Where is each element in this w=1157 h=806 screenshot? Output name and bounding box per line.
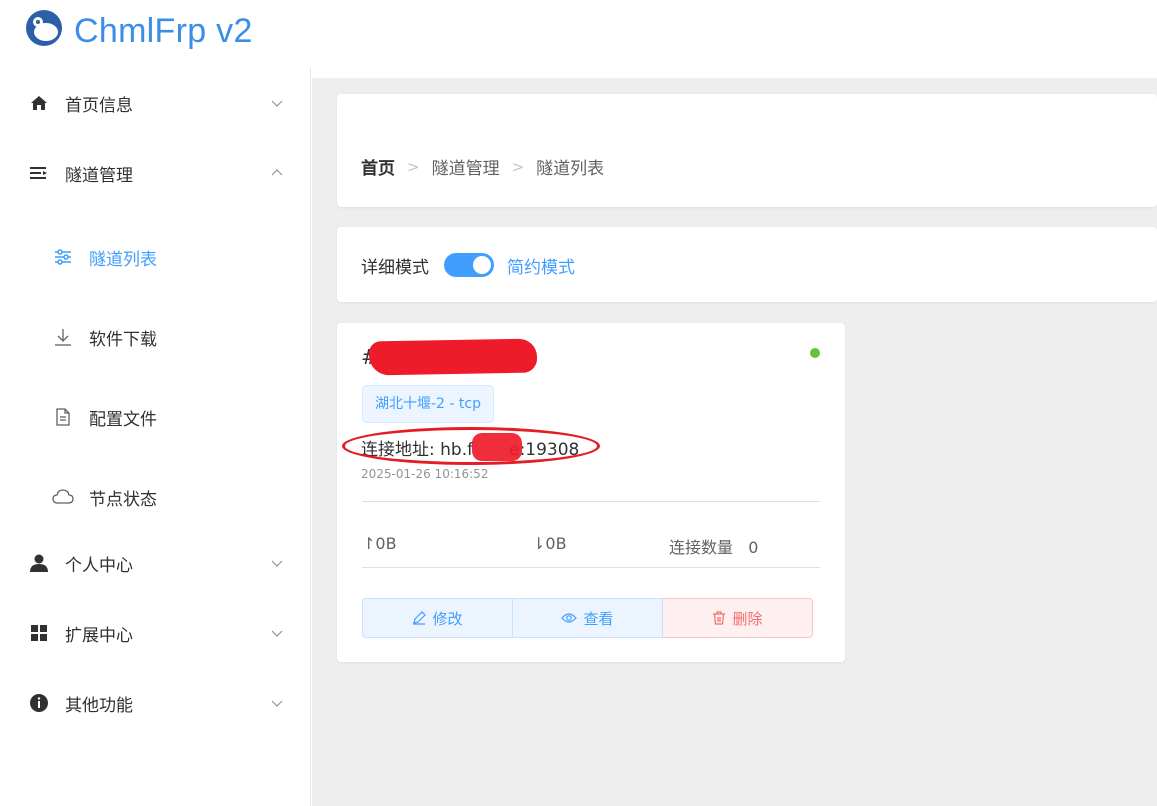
view-button[interactable]: 查看 [513, 598, 663, 638]
sidebar-item-personal-center[interactable]: 个人中心 [0, 535, 311, 591]
eye-icon [561, 612, 578, 624]
sidebar-item-home[interactable]: 首页信息 [0, 75, 311, 131]
sidebar: 首页信息 隧道管理 隧道列表 软件下载 配置文件 节点状态 个人中心 扩展中心 … [0, 68, 311, 806]
divider [362, 501, 820, 502]
sliders-icon [52, 246, 74, 268]
chevron-down-icon [271, 630, 283, 637]
edit-button[interactable]: 修改 [362, 598, 513, 638]
upload-value: 0B [375, 534, 397, 553]
download-stat: ⇂0B [532, 534, 567, 553]
mode-switch-card: 详细模式 简约模式 [337, 227, 1157, 302]
delete-button[interactable]: 删除 [663, 598, 813, 638]
chevron-down-icon [271, 100, 283, 107]
sidebar-item-label: 首页信息 [65, 95, 133, 116]
annotation-circle [342, 427, 600, 465]
menu-lines-icon [28, 162, 50, 184]
sidebar-subitem-label: 配置文件 [89, 409, 157, 430]
home-icon [28, 92, 50, 114]
sidebar-subitem-config-file[interactable]: 配置文件 [0, 389, 311, 445]
view-button-label: 查看 [583, 609, 614, 628]
delete-button-label: 删除 [732, 609, 763, 628]
mode-toggle-switch[interactable] [444, 253, 494, 277]
pencil-icon [412, 611, 427, 625]
node-tag: 湖北十堰-2 - tcp [362, 385, 494, 423]
upload-stat: ↾0B [362, 534, 397, 553]
divider [362, 567, 820, 568]
sidebar-item-other-functions[interactable]: 其他功能 [0, 675, 311, 731]
info-icon [28, 692, 50, 714]
upload-arrow-icon: ↾ [362, 534, 376, 553]
breadcrumb-separator-icon: > [511, 157, 525, 176]
trash-icon [712, 611, 726, 625]
sidebar-subitem-tunnel-list[interactable]: 隧道列表 [0, 229, 311, 285]
breadcrumb: 首页 > 隧道管理 > 隧道列表 [361, 154, 605, 180]
sidebar-subitem-label: 软件下载 [89, 329, 157, 350]
connections-label: 连接数量 [669, 538, 734, 557]
document-icon [52, 406, 74, 428]
edit-button-label: 修改 [432, 609, 463, 628]
download-value: 0B [545, 534, 567, 553]
sidebar-subitem-label: 隧道列表 [89, 249, 157, 270]
user-icon [28, 552, 50, 574]
traffic-stats: ↾0B ⇂0B 连接数量 0 [362, 522, 820, 566]
sidebar-item-label: 个人中心 [65, 555, 133, 576]
sidebar-subitem-label: 节点状态 [89, 489, 157, 510]
sidebar-subitem-software-download[interactable]: 软件下载 [0, 309, 311, 365]
chevron-down-icon [271, 700, 283, 707]
sidebar-item-label: 扩展中心 [65, 625, 133, 646]
main-content: 首页 > 隧道管理 > 隧道列表 详细模式 简约模式 # 湖北十堰-2 - tc… [312, 78, 1157, 806]
app-header: ChmlFrp v2 [0, 0, 1157, 68]
action-buttons: 修改 查看 删除 [362, 598, 813, 638]
simple-mode-label[interactable]: 简约模式 [507, 253, 575, 278]
sidebar-item-label: 其他功能 [65, 695, 133, 716]
created-date: 2025-01-26 10:16:52 [361, 467, 489, 481]
switch-knob [473, 256, 491, 274]
connections-stat: 连接数量 0 [669, 534, 758, 558]
status-online-dot [810, 348, 820, 358]
breadcrumb-card: 首页 > 隧道管理 > 隧道列表 [337, 94, 1157, 207]
chevron-up-icon [271, 169, 283, 176]
chevron-down-icon [271, 560, 283, 567]
tunnel-card: # 湖北十堰-2 - tcp 连接地址: hb.fe:19308 2025-01… [337, 323, 845, 662]
breadcrumb-separator-icon: > [407, 157, 420, 176]
app-title: ChmlFrp v2 [74, 12, 253, 50]
breadcrumb-tunnel-list: 隧道列表 [536, 159, 605, 179]
sidebar-item-label: 隧道管理 [65, 165, 133, 186]
download-arrow-icon: ⇂ [532, 534, 546, 553]
cloud-icon [52, 486, 74, 508]
sidebar-subitem-node-status[interactable]: 节点状态 [0, 469, 311, 525]
grid-icon [28, 622, 50, 644]
redaction-mark [368, 338, 538, 376]
breadcrumb-home[interactable]: 首页 [361, 154, 395, 179]
beaver-logo-icon[interactable] [24, 8, 64, 48]
breadcrumb-tunnel-management: 隧道管理 [431, 159, 500, 179]
sidebar-item-extension-center[interactable]: 扩展中心 [0, 605, 311, 661]
download-icon [52, 326, 74, 348]
detail-mode-label: 详细模式 [361, 258, 429, 278]
sidebar-item-tunnel-management[interactable]: 隧道管理 [0, 145, 311, 201]
connections-value: 0 [748, 538, 759, 557]
